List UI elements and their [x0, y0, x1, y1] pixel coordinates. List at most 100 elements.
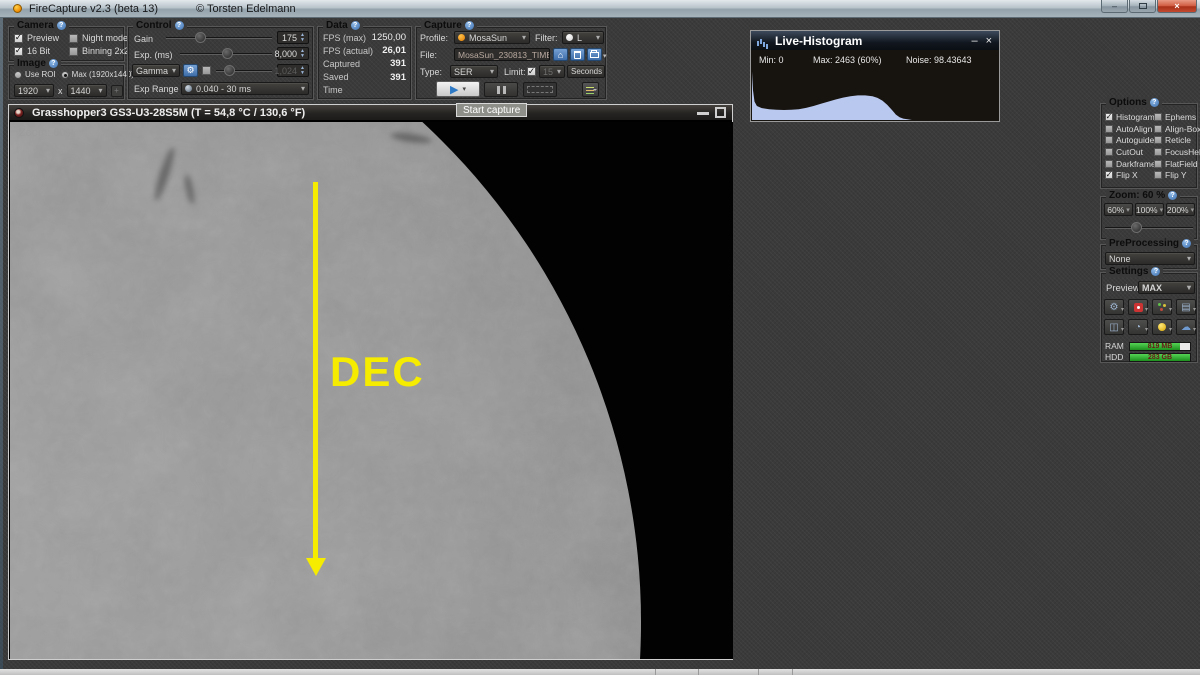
delete-button[interactable]: [570, 48, 585, 61]
selection-button[interactable]: [523, 82, 557, 97]
option-focushelp[interactable]: FocusHelp: [1154, 146, 1200, 158]
checkbox-icon[interactable]: [69, 46, 78, 56]
roi-set-button[interactable]: +: [110, 84, 123, 97]
preview-size-select[interactable]: MAX: [1138, 281, 1195, 294]
checkbox-16bit[interactable]: 16 Bit: [14, 46, 69, 56]
option-darkframe[interactable]: Darkframe: [1105, 158, 1156, 170]
filter-select[interactable]: L: [562, 31, 604, 44]
performance-button[interactable]: ◔: [1128, 319, 1148, 335]
color-settings-button[interactable]: [1152, 299, 1172, 315]
checkbox-icon[interactable]: [1105, 171, 1113, 180]
close-button[interactable]: ×: [1157, 0, 1197, 13]
preview-minimize-button[interactable]: [697, 111, 709, 115]
option-histogram[interactable]: Histogram: [1105, 111, 1155, 123]
exposure-slider[interactable]: [180, 47, 272, 60]
option-flip-y[interactable]: Flip Y: [1154, 169, 1198, 181]
limit-unit-select[interactable]: Seconds: [567, 65, 605, 78]
radio-max-resolution[interactable]: [60, 70, 69, 79]
help-icon[interactable]: ?: [464, 21, 474, 30]
network-settings-button[interactable]: ☁: [1176, 319, 1196, 335]
maximize-button[interactable]: [1129, 0, 1156, 13]
gamma-enable-checkbox[interactable]: [202, 66, 211, 75]
profile-select[interactable]: MosaSun: [454, 31, 530, 44]
checkbox-icon[interactable]: [1154, 159, 1162, 168]
checkbox-icon[interactable]: [1154, 124, 1162, 133]
option-autoalign[interactable]: AutoAlign: [1105, 123, 1153, 135]
gain-spinner[interactable]: 175: [277, 31, 309, 44]
option-flip-x[interactable]: Flip X: [1105, 169, 1153, 181]
limit-checkbox[interactable]: [527, 67, 536, 76]
zoom-200-button[interactable]: 200%: [1166, 203, 1195, 216]
option-align-box[interactable]: Align-Box: [1154, 123, 1200, 135]
roi-height-select[interactable]: 1440: [66, 84, 107, 97]
light-settings-button[interactable]: [1152, 319, 1172, 335]
help-icon[interactable]: ?: [1149, 98, 1159, 107]
type-select[interactable]: SER: [450, 65, 498, 78]
option-flatfield[interactable]: FlatField: [1154, 158, 1198, 170]
help-icon[interactable]: ?: [174, 21, 184, 30]
preprocessing-select[interactable]: None: [1105, 252, 1195, 265]
zoom-slider[interactable]: [1105, 221, 1193, 234]
radio-use-roi[interactable]: [14, 70, 22, 79]
gain-slider[interactable]: [166, 31, 272, 44]
record-settings-button[interactable]: [1128, 299, 1148, 315]
pause-button[interactable]: [484, 82, 518, 97]
checkbox-binning[interactable]: Binning 2x2: [69, 46, 129, 56]
start-capture-button[interactable]: ▶: [436, 81, 480, 97]
zoom-slider-thumb[interactable]: [1131, 222, 1143, 233]
checkbox-icon[interactable]: [14, 46, 23, 56]
option-cutout[interactable]: CutOut: [1105, 146, 1153, 158]
filename-input[interactable]: MosaSun_230813_TIME: [454, 48, 550, 61]
checkbox-icon[interactable]: [14, 33, 23, 43]
limit-value-select[interactable]: 15: [539, 65, 565, 78]
exposure-spinner[interactable]: 8,000: [274, 47, 309, 60]
zoom-100-button[interactable]: 100%: [1135, 203, 1164, 216]
preview-window-titlebar[interactable]: Grasshopper3 GS3-U3-28S5M (T = 54,8 °C /…: [9, 105, 732, 121]
display-settings-button[interactable]: ▤: [1176, 299, 1196, 315]
home-folder-button[interactable]: ⌂: [553, 48, 568, 61]
checkbox-icon[interactable]: [1154, 112, 1162, 121]
checkbox-icon[interactable]: [1154, 171, 1162, 180]
gamma-slider[interactable]: [216, 64, 272, 77]
help-icon[interactable]: ?: [350, 21, 360, 30]
checkbox-icon[interactable]: [1105, 147, 1113, 156]
checkbox-icon[interactable]: [69, 33, 78, 43]
checkbox-night-mode[interactable]: Night mode: [69, 33, 129, 43]
help-icon[interactable]: ?: [56, 21, 66, 30]
option-reticle[interactable]: Reticle: [1154, 134, 1198, 146]
checkbox-icon[interactable]: [1154, 147, 1162, 156]
file-options-dropdown[interactable]: ▾: [603, 52, 607, 60]
capture-list-button[interactable]: [582, 82, 599, 97]
histogram-close-button[interactable]: ×: [986, 35, 992, 46]
histogram-titlebar[interactable]: Live-Histogram – ×: [751, 31, 999, 50]
roi-width-select[interactable]: 1920: [14, 84, 54, 97]
minimize-button[interactable]: –: [1101, 0, 1128, 13]
spinner-arrows-icon[interactable]: [298, 48, 307, 59]
histogram-minimize-button[interactable]: –: [971, 35, 977, 46]
spinner-arrows-icon[interactable]: [298, 32, 307, 43]
gamma-slider-thumb[interactable]: [224, 65, 236, 76]
option-ephems[interactable]: Ephems: [1154, 111, 1198, 123]
exposure-slider-thumb[interactable]: [222, 48, 234, 59]
option-autoguide[interactable]: Autoguide: [1105, 134, 1154, 146]
help-icon[interactable]: ?: [48, 59, 58, 68]
help-icon[interactable]: ?: [1182, 239, 1192, 248]
gamma-settings-button[interactable]: ⚙: [183, 64, 198, 77]
file-settings-button[interactable]: ◫: [1104, 319, 1124, 335]
help-icon[interactable]: ?: [1151, 267, 1161, 276]
checkbox-preview[interactable]: Preview: [14, 33, 69, 43]
checkbox-icon[interactable]: [1105, 159, 1113, 168]
checkbox-icon[interactable]: [1105, 124, 1113, 133]
exp-range-select[interactable]: 0.040 - 30 ms: [181, 82, 309, 95]
gamma-select[interactable]: Gamma: [132, 64, 180, 77]
checkbox-icon[interactable]: [1154, 136, 1162, 145]
help-icon[interactable]: ?: [1168, 191, 1178, 200]
live-preview-image[interactable]: Zoom: 60% DEC: [10, 122, 733, 659]
browse-folder-button[interactable]: [587, 48, 602, 61]
preview-maximize-button[interactable]: [715, 107, 726, 118]
checkbox-icon[interactable]: [1105, 112, 1113, 121]
checkbox-icon[interactable]: [1105, 136, 1113, 145]
settings-button[interactable]: ⚙: [1104, 299, 1124, 315]
gain-slider-thumb[interactable]: [194, 32, 206, 43]
zoom-60-button[interactable]: 60%: [1104, 203, 1133, 216]
